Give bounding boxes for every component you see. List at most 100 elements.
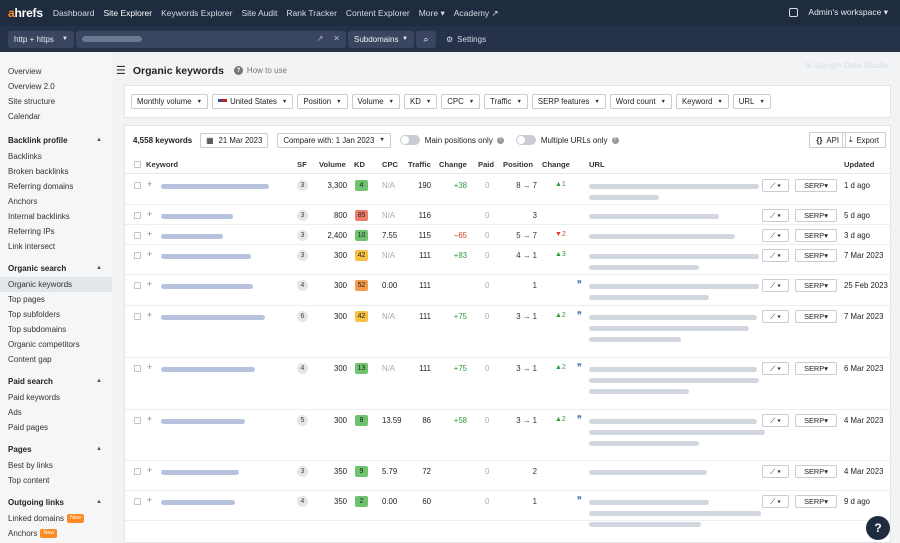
nav-item[interactable]: Site Explorer bbox=[103, 8, 152, 18]
sf-count[interactable]: 3 bbox=[297, 230, 308, 241]
filter-button[interactable]: SERP features ▼ bbox=[531, 94, 606, 109]
add-to-list-icon[interactable]: + bbox=[147, 209, 152, 219]
sidebar-item[interactable]: Anchors New bbox=[0, 526, 112, 541]
serp-button[interactable]: SERP ▾ bbox=[795, 310, 837, 323]
chart-button[interactable]: ⟋ ▾ bbox=[762, 279, 789, 292]
add-to-list-icon[interactable]: + bbox=[147, 414, 152, 424]
url-link-redacted[interactable] bbox=[589, 441, 699, 446]
url-link-redacted[interactable] bbox=[589, 378, 759, 383]
serp-button[interactable]: SERP ▾ bbox=[795, 179, 837, 192]
serp-button[interactable]: SERP ▾ bbox=[795, 249, 837, 262]
external-link-icon[interactable]: ↗ bbox=[317, 34, 324, 43]
serp-button[interactable]: SERP ▾ bbox=[795, 229, 837, 242]
sidebar-item[interactable]: Overview bbox=[0, 64, 112, 79]
filter-button[interactable]: Word count ▼ bbox=[609, 94, 672, 109]
url-link-redacted[interactable] bbox=[589, 337, 681, 342]
col-paid[interactable]: Paid bbox=[478, 160, 494, 169]
menu-icon[interactable]: ☰ bbox=[116, 64, 126, 77]
col-position[interactable]: Position bbox=[503, 160, 533, 169]
sidebar-item[interactable]: Content gap bbox=[0, 352, 112, 367]
how-to-use-link[interactable]: ? How to use bbox=[233, 66, 287, 75]
url-link-redacted[interactable] bbox=[589, 430, 765, 435]
nav-item[interactable]: More ▾ bbox=[419, 8, 445, 19]
url-link-redacted[interactable] bbox=[589, 184, 759, 189]
workspace-label[interactable]: Admin's workspace ▾ bbox=[808, 7, 888, 18]
add-to-list-icon[interactable]: + bbox=[147, 310, 152, 320]
url-link-redacted[interactable] bbox=[589, 195, 659, 200]
sidebar-item[interactable]: Ads bbox=[0, 405, 112, 420]
nav-item[interactable]: Keywords Explorer bbox=[161, 8, 232, 18]
target-input[interactable]: ↗ ✕ bbox=[76, 30, 346, 48]
col-position-change[interactable]: Change bbox=[542, 160, 570, 169]
col-traffic-change[interactable]: Change bbox=[439, 160, 467, 169]
sidebar-item[interactable]: Top content bbox=[0, 473, 112, 488]
chart-button[interactable]: ⟋ ▾ bbox=[762, 495, 789, 508]
help-icon[interactable]: ? bbox=[611, 136, 619, 144]
sidebar-item[interactable]: Organic keywords bbox=[0, 277, 112, 292]
sidebar-section-header[interactable]: Backlink profile ▲ bbox=[0, 132, 112, 149]
url-link-redacted[interactable] bbox=[589, 419, 757, 424]
sf-count[interactable]: 3 bbox=[297, 210, 308, 221]
row-checkbox[interactable] bbox=[134, 212, 141, 219]
sidebar-item[interactable]: Referring IPs bbox=[0, 224, 112, 239]
url-link-redacted[interactable] bbox=[589, 315, 757, 320]
nav-item[interactable]: Dashboard bbox=[53, 8, 95, 18]
filter-button[interactable]: KD ▼ bbox=[404, 94, 438, 109]
keyword-link-redacted[interactable] bbox=[161, 367, 255, 372]
search-button[interactable]: ⌕ bbox=[416, 30, 436, 48]
row-checkbox[interactable] bbox=[134, 182, 141, 189]
multiple-urls-toggle[interactable] bbox=[515, 135, 536, 145]
keyword-link-redacted[interactable] bbox=[161, 254, 251, 259]
close-icon[interactable]: ✕ bbox=[333, 34, 340, 43]
chart-button[interactable]: ⟋ ▾ bbox=[762, 229, 789, 242]
filter-button[interactable]: United States ▼ bbox=[212, 94, 294, 109]
col-url[interactable]: URL bbox=[589, 160, 605, 169]
sidebar-item[interactable]: Internal backlinks bbox=[0, 209, 112, 224]
workspace-menu[interactable]: Admin's workspace ▾ bbox=[789, 7, 888, 18]
url-link-redacted[interactable] bbox=[589, 265, 699, 270]
sidebar-item[interactable]: Paid pages bbox=[0, 420, 112, 435]
chart-button[interactable]: ⟋ ▾ bbox=[762, 310, 789, 323]
nav-item[interactable]: Academy ↗ bbox=[454, 8, 499, 19]
row-checkbox[interactable] bbox=[134, 232, 141, 239]
add-to-list-icon[interactable]: + bbox=[147, 249, 152, 259]
sidebar-item[interactable]: Overview 2.0 bbox=[0, 79, 112, 94]
sf-count[interactable]: 3 bbox=[297, 466, 308, 477]
sidebar-section-header[interactable]: Pages ▲ bbox=[0, 441, 112, 458]
row-checkbox[interactable] bbox=[134, 468, 141, 475]
sidebar-item[interactable]: Backlinks bbox=[0, 149, 112, 164]
add-to-list-icon[interactable]: + bbox=[147, 179, 152, 189]
serp-button[interactable]: SERP ▾ bbox=[795, 279, 837, 292]
col-kd[interactable]: KD bbox=[354, 160, 365, 169]
row-checkbox[interactable] bbox=[134, 313, 141, 320]
main-positions-toggle[interactable] bbox=[399, 135, 420, 145]
select-all-checkbox[interactable] bbox=[134, 161, 141, 168]
filter-button[interactable]: CPC ▼ bbox=[441, 94, 481, 109]
filter-button[interactable]: Keyword ▼ bbox=[675, 94, 729, 109]
sf-count[interactable]: 5 bbox=[297, 415, 308, 426]
settings-button[interactable]: ⚙ Settings bbox=[446, 35, 486, 44]
filter-button[interactable]: Monthly volume ▼ bbox=[131, 94, 209, 109]
sidebar-item[interactable]: Linked domains New bbox=[0, 511, 112, 526]
row-checkbox[interactable] bbox=[134, 498, 141, 505]
url-link-redacted[interactable] bbox=[589, 234, 735, 239]
add-to-list-icon[interactable]: + bbox=[147, 229, 152, 239]
url-link-redacted[interactable] bbox=[589, 511, 761, 516]
keyword-link-redacted[interactable] bbox=[161, 284, 253, 289]
url-link-redacted[interactable] bbox=[589, 389, 689, 394]
row-checkbox[interactable] bbox=[134, 282, 141, 289]
keyword-link-redacted[interactable] bbox=[161, 500, 235, 505]
url-link-redacted[interactable] bbox=[589, 254, 759, 259]
sf-count[interactable]: 4 bbox=[297, 280, 308, 291]
keyword-link-redacted[interactable] bbox=[161, 214, 233, 219]
help-chat-button[interactable]: ? bbox=[866, 516, 890, 540]
col-keyword[interactable]: Keyword bbox=[146, 160, 178, 169]
chart-button[interactable]: ⟋ ▾ bbox=[762, 414, 789, 427]
add-to-list-icon[interactable]: + bbox=[147, 362, 152, 372]
serp-button[interactable]: SERP ▾ bbox=[795, 465, 837, 478]
col-updated[interactable]: Updated bbox=[844, 160, 874, 169]
url-link-redacted[interactable] bbox=[589, 295, 709, 300]
sidebar-section-header[interactable]: Paid search ▲ bbox=[0, 373, 112, 390]
sidebar-item[interactable]: Link intersect bbox=[0, 239, 112, 254]
filter-button[interactable]: Position ▼ bbox=[297, 94, 348, 109]
